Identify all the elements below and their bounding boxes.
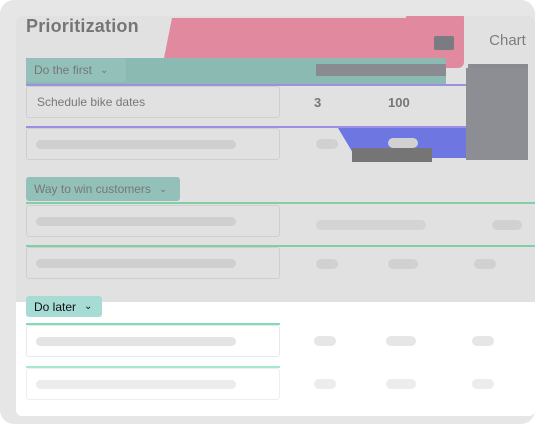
placeholder-pill <box>316 139 338 149</box>
placeholder-pill <box>388 259 418 269</box>
placeholder-pill <box>316 220 426 230</box>
group-header-do-the-first[interactable]: Do the first ⌄ <box>26 58 126 82</box>
placeholder-pill <box>388 138 418 148</box>
group-label: Way to win customers <box>34 182 151 196</box>
dark-accent-block <box>434 36 454 50</box>
dark-column-header <box>316 64 446 76</box>
placeholder-pill <box>386 379 416 389</box>
placeholder-pill <box>492 220 522 230</box>
row-name: Schedule bike dates <box>37 95 146 109</box>
placeholder-pill <box>472 336 494 346</box>
row-value: 3 <box>314 95 322 110</box>
placeholder-bar <box>36 140 236 149</box>
placeholder-pill <box>314 379 336 389</box>
group-label: Do later <box>34 299 77 314</box>
chevron-down-icon: ⌄ <box>158 183 168 195</box>
placeholder-pill <box>314 336 336 346</box>
tab-chart[interactable]: Chart <box>464 16 535 64</box>
placeholder-bar <box>36 380 236 389</box>
placeholder-pill <box>472 379 494 389</box>
placeholder-bar <box>36 259 236 268</box>
table-row[interactable]: Schedule bike dates <box>26 86 280 118</box>
chevron-down-icon: ⌄ <box>100 64 109 76</box>
page-title: Prioritization <box>26 16 139 36</box>
placeholder-pill <box>386 336 416 346</box>
dark-accent-column <box>466 68 528 160</box>
chevron-down-icon: ⌄ <box>84 301 93 312</box>
group-label: Do the first <box>34 63 93 77</box>
row-value: 100 <box>388 95 410 110</box>
group-header-do-later[interactable]: Do later ⌄ <box>26 296 102 317</box>
black-accent-block <box>352 148 432 162</box>
prioritization-panel: Prioritization Chart Do the first ⌄ Sche… <box>16 16 535 416</box>
group-header-way-to-win[interactable]: Way to win customers ⌄ <box>26 177 180 201</box>
placeholder-bar <box>36 217 236 226</box>
placeholder-pill <box>316 259 338 269</box>
placeholder-bar <box>36 337 236 346</box>
placeholder-pill <box>474 259 496 269</box>
row-divider <box>26 202 535 204</box>
